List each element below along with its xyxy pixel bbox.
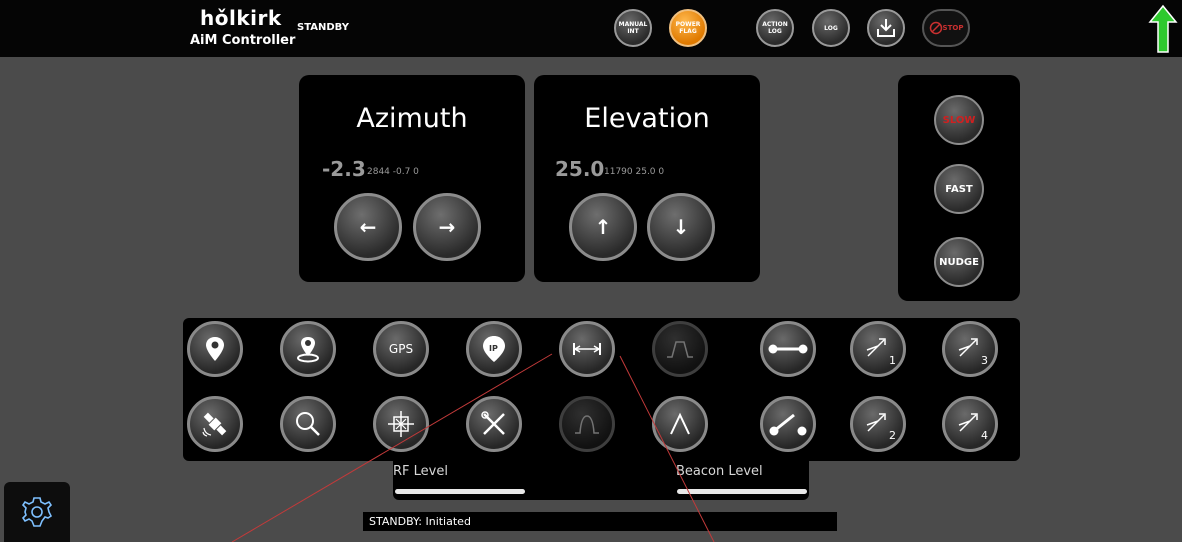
search-button[interactable] [280,396,336,452]
action-log-button[interactable]: ACTION LOG [756,9,794,47]
speed-panel: SLOW FAST NUDGE [898,75,1020,301]
fast-button[interactable]: FAST [934,164,984,214]
satellite-icon [202,412,227,437]
download-button[interactable] [867,9,905,47]
azimuth-detail: 2844 -0.7 0 [367,167,419,177]
sweep-icon [866,338,886,357]
elevation-detail: 11790 25.0 0 [604,167,665,177]
pulse-shape-button[interactable] [652,321,708,377]
elevation-title: Elevation [584,103,710,134]
nudge-button[interactable]: NUDGE [934,237,984,287]
brand-subtitle: AiM Controller [190,33,296,48]
tools-icon [481,411,505,435]
top-bar [0,0,1182,57]
status-bar: STANDBY: Initiated [363,512,837,531]
flat-pulse-icon [667,341,693,358]
sweep-1-button[interactable]: 1 [850,321,906,377]
link-button[interactable] [760,321,816,377]
beacon-level-bar [677,489,807,494]
gps-button[interactable]: GPS [373,321,429,377]
sweep-4-button[interactable]: 4 [942,396,998,452]
location-target-icon [297,337,319,363]
tools-button[interactable] [466,396,522,452]
sweep-icon [958,338,978,357]
arrow-left-icon: ← [359,215,377,239]
slow-button[interactable]: SLOW [934,95,984,145]
azimuth-right-button[interactable]: → [413,193,481,261]
system-state: STANDBY [297,22,349,33]
arrow-down-icon: ↓ [672,215,690,239]
ip-button[interactable]: IP [466,321,522,377]
arrow-up-icon: ↑ [594,215,612,239]
link-horizontal-icon [768,344,808,354]
elevation-panel: Elevation 25.0 11790 25.0 0 ↑ ↓ [534,75,760,282]
stop-icon [929,21,942,35]
sweep-3-button[interactable]: 3 [942,321,998,377]
map-pin-icon [206,337,224,361]
crosshair-button[interactable] [373,396,429,452]
peak-button[interactable] [652,396,708,452]
target-location-button[interactable] [280,321,336,377]
satellite-button[interactable] [187,396,243,452]
azimuth-left-button[interactable]: ← [334,193,402,261]
search-icon [296,412,320,436]
round-pulse-icon [575,415,599,434]
link-diagonal-icon [769,413,807,436]
location-pin-button[interactable] [187,321,243,377]
azimuth-value: -2.3 [322,157,366,181]
gps-label: GPS [388,342,414,356]
download-icon [877,19,895,37]
settings-button[interactable] [4,482,70,542]
azimuth-title: Azimuth [356,103,468,134]
rf-level-bar [395,489,525,494]
elevation-up-button[interactable]: ↑ [569,193,637,261]
sweep-2-button[interactable]: 2 [850,396,906,452]
elevation-value: 25.0 [555,157,605,181]
levels-panel: RF Level Beacon Level [393,458,809,500]
span-button[interactable] [559,321,615,377]
crosshair-box-icon [388,411,414,437]
arrow-right-icon: → [438,215,456,239]
gear-icon [21,497,53,527]
rf-level-label: RF Level [393,464,448,479]
sweep-icon [958,413,978,432]
manual-int-button[interactable]: MANUAL INT [614,9,652,47]
link-diagonal-button[interactable] [760,396,816,452]
up-arrow-icon[interactable] [1148,4,1178,54]
stop-button[interactable]: STOP [922,9,970,47]
peak-icon [670,412,690,435]
sweep-icon [866,413,886,432]
beacon-level-label: Beacon Level [676,464,763,479]
azimuth-panel: Azimuth -2.3 2844 -0.7 0 ← → [299,75,525,282]
round-pulse-button[interactable] [559,396,615,452]
log-button[interactable]: LOG [812,9,850,47]
span-width-icon [573,343,601,355]
brand-logo: hǒlkirk [200,6,282,30]
elevation-down-button[interactable]: ↓ [647,193,715,261]
power-flag-button[interactable]: POWER FLAG [669,9,707,47]
